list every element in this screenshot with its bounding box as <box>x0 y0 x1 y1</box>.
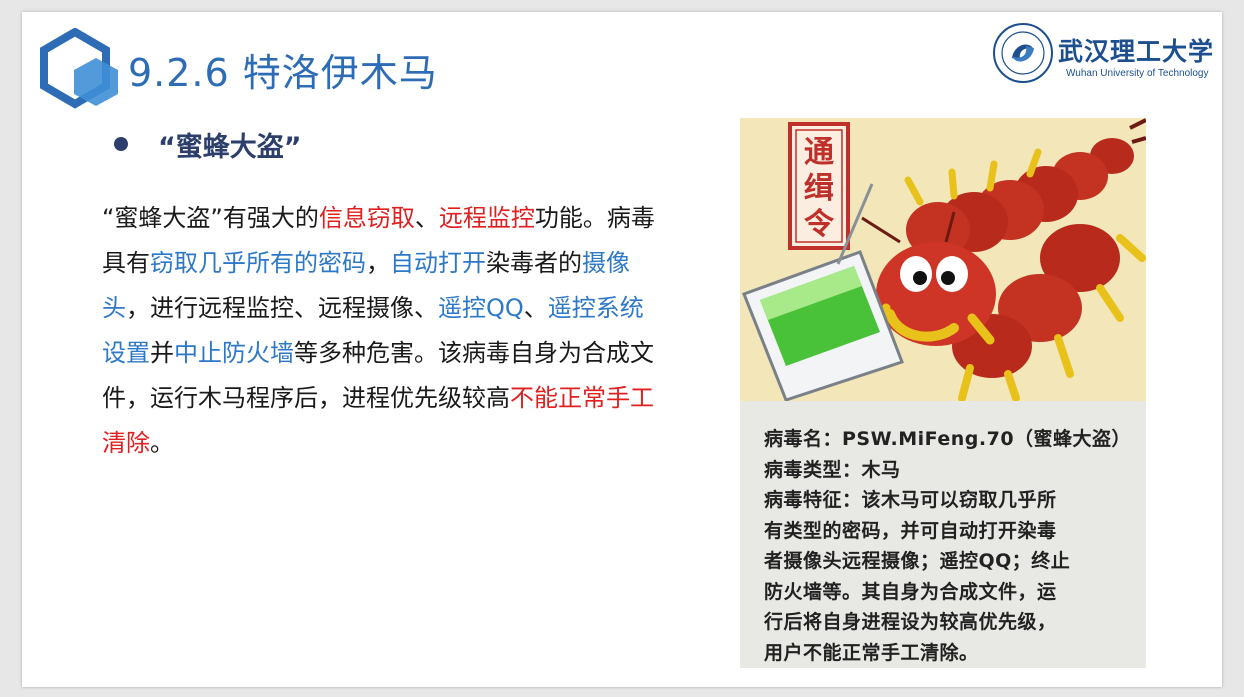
body-segment-normal: “蜜蜂大盗”有强大的 <box>102 204 319 232</box>
caption-line: 有类型的密码，并可自动打开染毒 <box>764 519 1057 542</box>
bullet-heading-text: “蜜蜂大盗” <box>158 131 302 163</box>
centipede-illustration: 通 缉 令 <box>740 118 1146 401</box>
university-seal-icon <box>993 23 1053 83</box>
body-segment-normal: 染毒者的 <box>486 249 582 277</box>
body-segment-normal: 、 <box>523 294 548 322</box>
body-segment-normal: 、 <box>414 204 439 232</box>
caption-line: 病毒名：PSW.MiFeng.70（蜜蜂大盗） <box>764 428 1132 450</box>
logo-chinese-name: 武汉理工大学 <box>1058 37 1215 66</box>
caption-line: 防火墙等。其自身为合成文件，运 <box>764 580 1057 603</box>
slide: 9.2.6 特洛伊木马 武汉理工大学 Wuhan University of T… <box>22 12 1222 687</box>
logo-english-name: Wuhan University of Technology <box>1066 68 1209 79</box>
body-paragraph: “蜜蜂大盗”有强大的信息窃取、远程监控功能。病毒具有窃取几乎所有的密码，自动打开… <box>102 196 662 466</box>
bullet-dot-icon <box>114 137 128 151</box>
body-segment-normal: ，进行远程监控、远程摄像、 <box>126 294 438 322</box>
hexagon-logo-icon <box>40 28 118 109</box>
body-segment-normal: 并 <box>150 339 174 367</box>
virus-wanted-card: 通 缉 令 病毒名：PSW.MiFeng.70（蜜蜂大盗） 病毒类型：木马 病毒… <box>740 118 1146 668</box>
body-segment-blue: 中止防火墙 <box>174 339 294 367</box>
stamp-char-1: 通 <box>804 135 834 170</box>
caption-line: 病毒类型：木马 <box>764 458 901 481</box>
caption-line: 病毒特征：该木马可以窃取几乎所 <box>764 489 1057 511</box>
body-segment-red: 远程监控 <box>438 204 535 232</box>
body-segment-red: 信息窃取 <box>318 204 415 232</box>
body-segment-normal: ， <box>366 249 390 277</box>
body-segment-blue: 自动打开 <box>390 249 486 277</box>
bullet-heading: “蜜蜂大盗” <box>114 124 302 164</box>
body-segment-normal: 。 <box>150 429 174 457</box>
body-segment-blue: 遥控QQ <box>438 294 524 322</box>
caption-line: 用户不能正常手工清除。 <box>764 641 979 664</box>
stamp-char-3: 令 <box>804 207 835 242</box>
caption-line: 行后将自身进程设为较高优先级， <box>764 611 1057 633</box>
wanted-stamp: 通 缉 令 <box>788 122 850 250</box>
body-segment-blue: 窃取几乎所有的密码 <box>150 249 366 277</box>
university-logo: 武汉理工大学 Wuhan University of Technology <box>992 20 1214 90</box>
page-title: 9.2.6 特洛伊木马 <box>128 51 438 95</box>
stamp-char-2: 缉 <box>804 171 834 206</box>
virus-info-caption: 病毒名：PSW.MiFeng.70（蜜蜂大盗） 病毒类型：木马病毒特征：该木马可以… <box>764 424 1140 668</box>
caption-line: 者摄像头远程摄像；遥控QQ；终止 <box>764 550 1071 572</box>
